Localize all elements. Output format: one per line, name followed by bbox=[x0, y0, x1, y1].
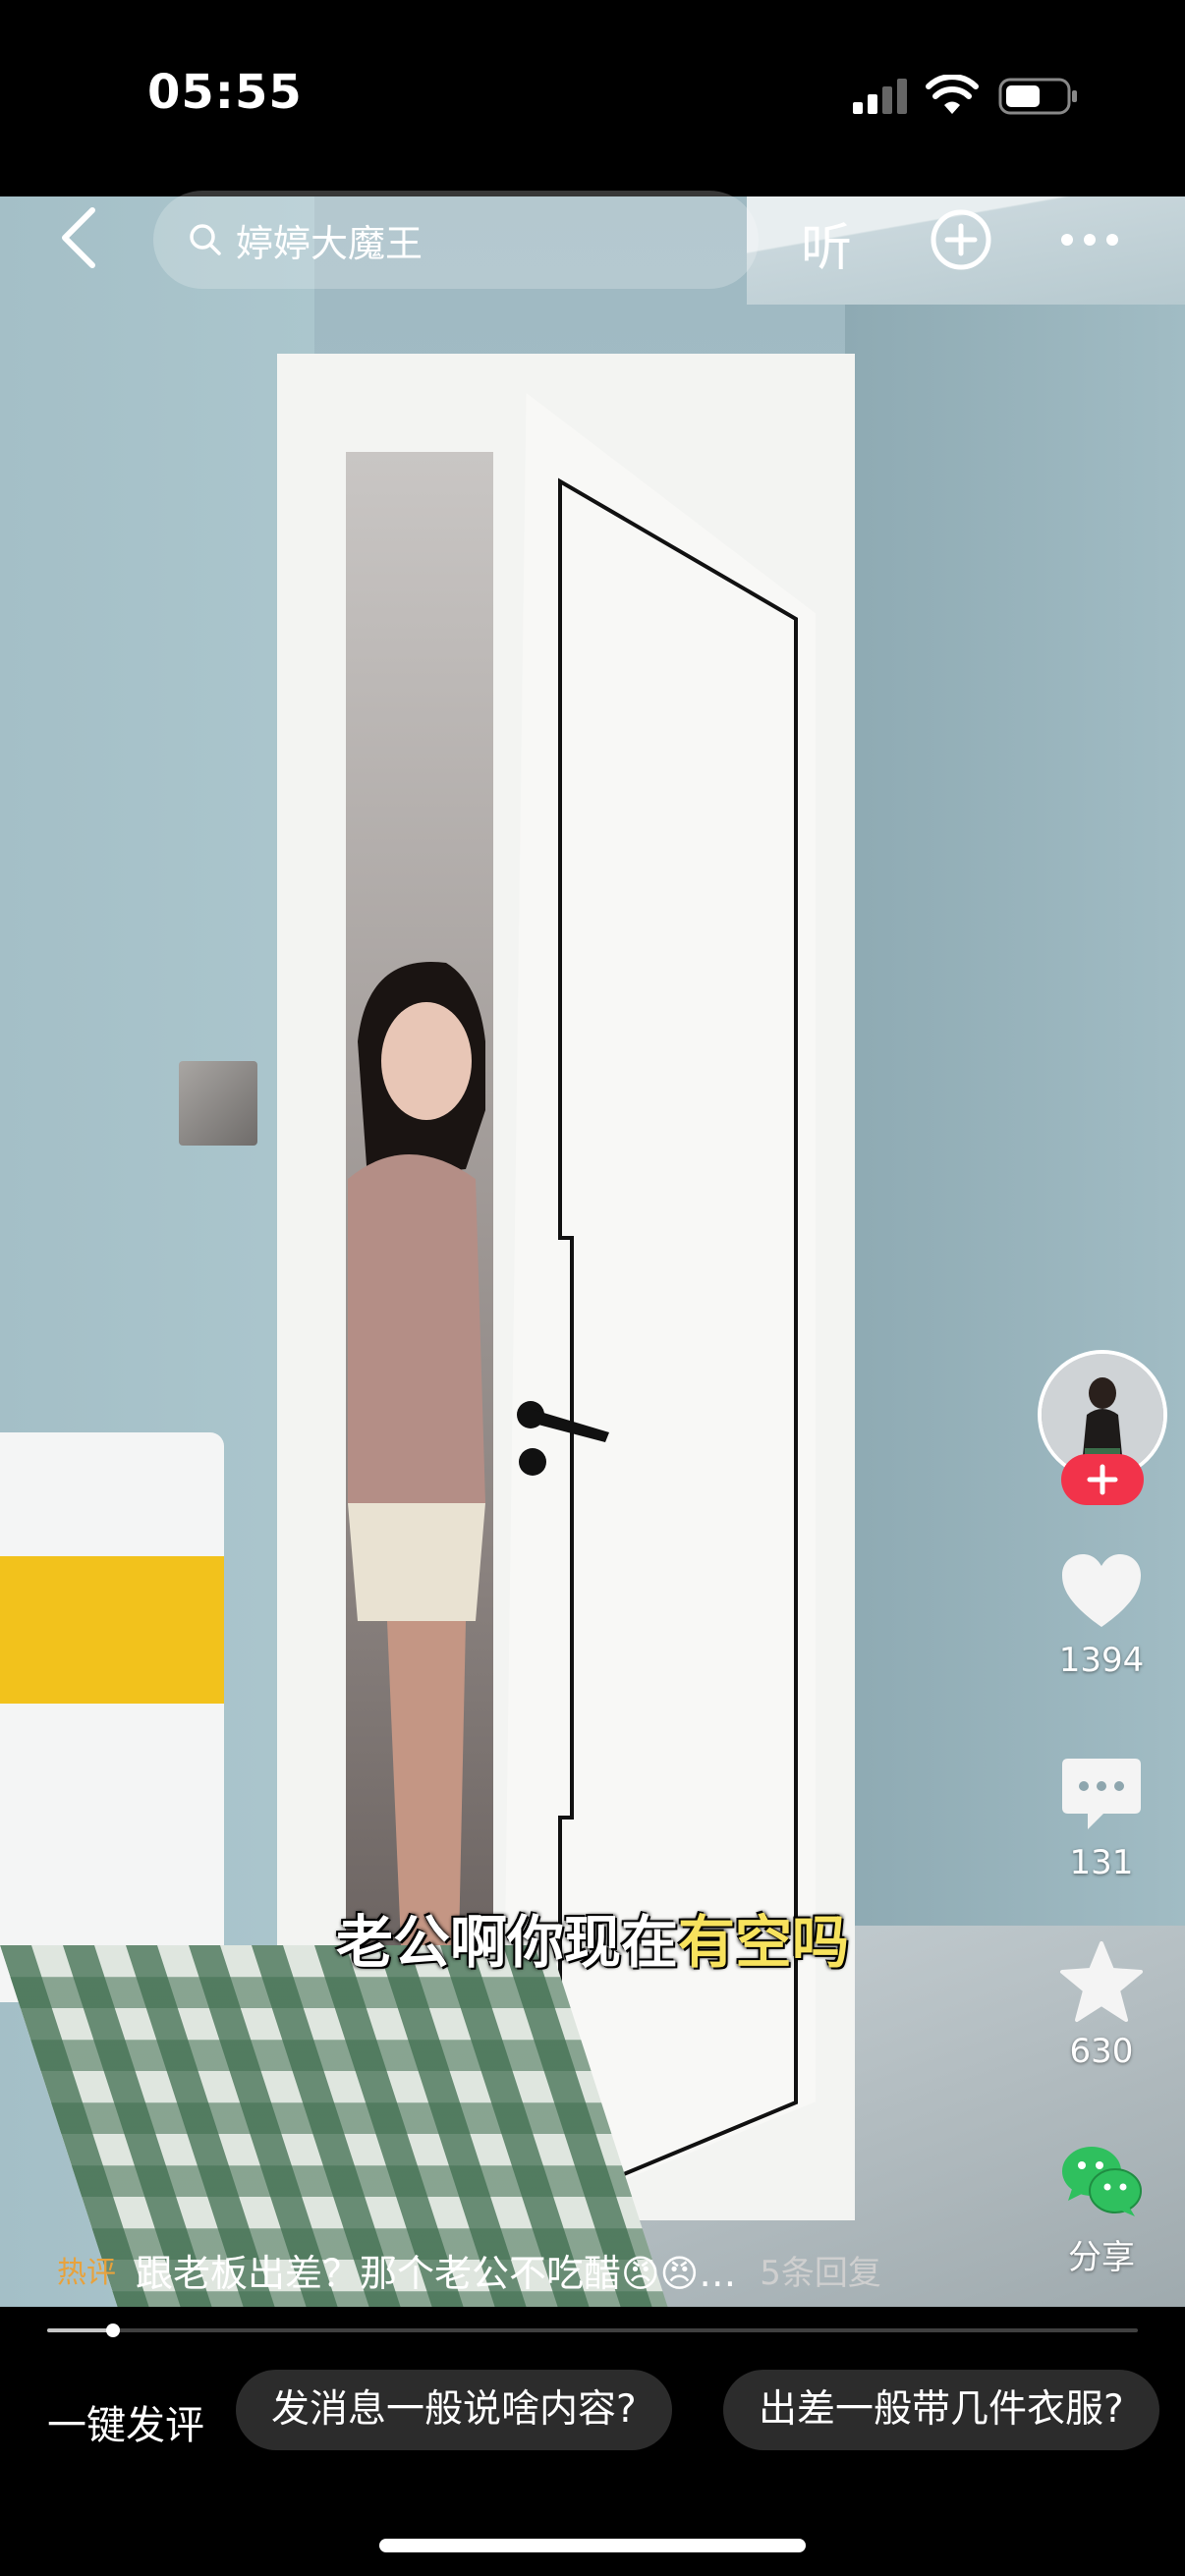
status-time: 05:55 bbox=[147, 65, 303, 120]
quick-comment-label: 一键发评 bbox=[47, 2403, 204, 2448]
quick-comment-chip[interactable]: 发消息一般说啥内容? bbox=[236, 2370, 672, 2450]
more-dots-icon[interactable] bbox=[1059, 232, 1120, 248]
add-circle-icon[interactable] bbox=[930, 208, 992, 271]
share-label: 分享 bbox=[1068, 2238, 1135, 2277]
back-arrow-icon[interactable] bbox=[57, 206, 104, 269]
plus-icon bbox=[1087, 1464, 1118, 1495]
comment-button[interactable]: 131 bbox=[1038, 1751, 1165, 1882]
search-icon bbox=[190, 224, 221, 255]
reply-count[interactable]: 5条回复 bbox=[760, 2246, 881, 2294]
video-player[interactable] bbox=[0, 196, 1185, 2307]
favorite-button[interactable]: 630 bbox=[1038, 1939, 1165, 2071]
follow-button[interactable] bbox=[1061, 1454, 1144, 1505]
scene-door-handle bbox=[517, 1401, 609, 1476]
video-progress-bar[interactable] bbox=[47, 2324, 1138, 2337]
status-bar: 05:55 bbox=[0, 0, 1185, 196]
like-button[interactable]: 1394 bbox=[1038, 1548, 1165, 1680]
search-box[interactable]: 婷婷大魔王 bbox=[153, 191, 759, 289]
scene-wall-switch bbox=[179, 1061, 257, 1146]
video-caption: 老公啊你现在有空吗 bbox=[0, 1896, 1185, 1979]
hot-comment-text: 跟老板出差？那个老公不吃醋😠😠… bbox=[136, 2251, 737, 2295]
share-button[interactable]: 分享 bbox=[1038, 2138, 1165, 2278]
home-indicator[interactable] bbox=[379, 2539, 806, 2552]
caption-highlight: 有空吗 bbox=[678, 1909, 850, 1976]
wifi-icon bbox=[926, 75, 979, 114]
wechat-share-icon bbox=[1062, 2147, 1142, 2216]
scene-bed-stripe bbox=[0, 1556, 224, 1704]
search-query: 婷婷大魔王 bbox=[236, 221, 423, 265]
quick-comment-chip[interactable]: 出差一般带几件衣服? bbox=[723, 2370, 1159, 2450]
battery-icon bbox=[998, 78, 1077, 115]
hot-comment-tag: 热评 bbox=[57, 2256, 116, 2290]
cellular-signal-icon bbox=[853, 79, 907, 114]
star-icon bbox=[1060, 1941, 1143, 2022]
comment-count: 131 bbox=[1069, 1843, 1134, 1882]
progress-knob[interactable] bbox=[105, 2324, 120, 2337]
favorite-count: 630 bbox=[1069, 2032, 1134, 2071]
heart-icon bbox=[1062, 1554, 1141, 1627]
hot-comment-preview[interactable]: 热评 跟老板出差？那个老公不吃醋😠😠… 5条回复 bbox=[57, 2240, 981, 2299]
comment-bubble-icon bbox=[1062, 1759, 1141, 1829]
caption-text: 老公啊你现在 bbox=[335, 1909, 678, 1976]
progress-fill bbox=[47, 2328, 113, 2332]
listen-button[interactable]: 听 bbox=[801, 206, 852, 280]
like-count: 1394 bbox=[1058, 1641, 1145, 1680]
